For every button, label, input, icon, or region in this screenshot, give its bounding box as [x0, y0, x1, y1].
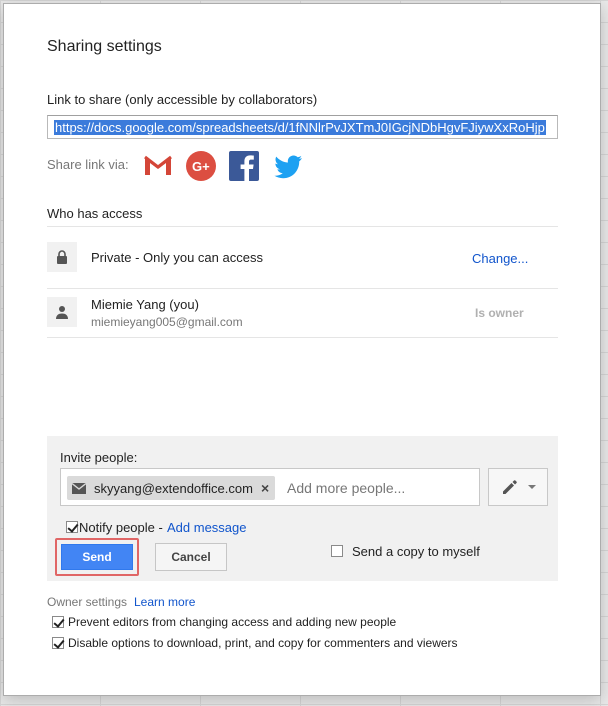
send-copy-label: Send a copy to myself — [352, 544, 480, 559]
add-more-people-placeholder[interactable]: Add more people... — [287, 480, 405, 496]
chevron-down-icon — [527, 485, 536, 489]
add-message-link[interactable]: Add message — [167, 520, 247, 535]
access-private-text: Private - Only you can access — [91, 250, 263, 265]
owner-email: miemieyang005@gmail.com — [91, 315, 243, 329]
facebook-icon[interactable] — [228, 150, 260, 182]
divider — [47, 337, 558, 338]
cancel-button[interactable]: Cancel — [155, 543, 227, 571]
permission-dropdown-button[interactable] — [488, 468, 548, 506]
disable-download-checkbox[interactable] — [52, 637, 64, 649]
google-plus-icon[interactable]: G+ — [185, 150, 217, 182]
invite-people-label: Invite people: — [60, 450, 138, 465]
person-icon-box — [47, 297, 77, 327]
disable-download-label: Disable options to download, print, and … — [68, 636, 458, 650]
invitee-email: skyyang@extendoffice.com — [94, 480, 253, 496]
send-copy-checkbox[interactable] — [331, 545, 343, 557]
twitter-icon[interactable] — [272, 150, 304, 182]
send-button[interactable]: Send — [61, 544, 133, 570]
sharing-settings-dialog: Sharing settings Link to share (only acc… — [3, 3, 601, 696]
invite-people-input[interactable]: skyyang@extendoffice.com × Add more peop… — [60, 468, 480, 506]
invite-people-panel: Invite people: skyyang@extendoffice.com … — [47, 436, 558, 581]
learn-more-link[interactable]: Learn more — [134, 595, 195, 609]
send-button-highlight: Send — [55, 538, 139, 576]
invitee-chip[interactable]: skyyang@extendoffice.com × — [67, 476, 276, 500]
prevent-editors-checkbox[interactable] — [52, 616, 64, 628]
pencil-icon — [502, 480, 517, 494]
change-access-link[interactable]: Change... — [472, 251, 528, 266]
notify-people-checkbox[interactable] — [66, 521, 78, 533]
person-icon — [56, 306, 68, 319]
share-link-url: https://docs.google.com/spreadsheets/d/1… — [54, 120, 546, 135]
remove-chip-icon[interactable]: × — [261, 480, 269, 496]
mail-icon — [72, 482, 86, 494]
owner-settings-label: Owner settings — [47, 595, 128, 609]
notify-people-label: Notify people - — [79, 520, 163, 535]
lock-icon — [57, 250, 67, 264]
link-to-share-label: Link to share (only accessible by collab… — [47, 92, 318, 107]
gmail-icon[interactable] — [142, 150, 174, 182]
owner-name: Miemie Yang (you) — [91, 297, 199, 312]
share-link-field[interactable]: https://docs.google.com/spreadsheets/d/1… — [47, 115, 558, 139]
owner-role-label: Is owner — [475, 306, 524, 320]
dialog-title: Sharing settings — [47, 38, 162, 55]
svg-text:G+: G+ — [192, 159, 210, 174]
who-has-access-label: Who has access — [47, 206, 143, 221]
share-link-via-label: Share link via: — [47, 157, 129, 172]
divider — [47, 288, 558, 289]
prevent-editors-label: Prevent editors from changing access and… — [68, 615, 397, 629]
divider — [47, 226, 558, 227]
lock-icon-box — [47, 242, 77, 272]
